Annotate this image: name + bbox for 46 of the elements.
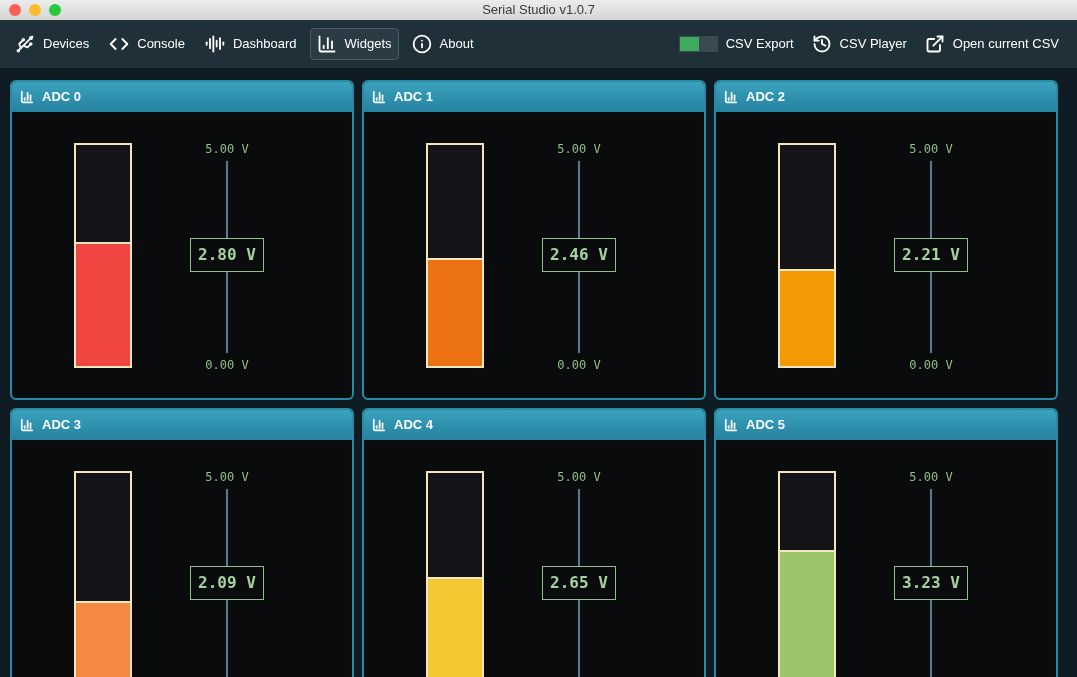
history-icon [811,34,832,54]
value-display: 2.21 V [894,238,968,272]
value-display: 2.80 V [190,238,264,272]
bar-chart-icon [372,90,386,104]
close-button[interactable] [9,4,21,16]
scale-max-label: 5.00 V [557,141,601,157]
toolbar-button[interactable]: Open current CSV [924,34,1059,54]
toolbar-tab[interactable]: Dashboard [197,28,304,60]
toolbar-button[interactable]: CSV Player [811,34,907,54]
widget-title: ADC 1 [394,88,433,107]
window-title: Serial Studio v1.0.7 [482,1,595,20]
usb-icon [15,34,35,54]
toggle-switch[interactable] [678,36,718,52]
scale-max-label: 5.00 V [557,469,601,485]
toolbar-tab[interactable]: Widgets [309,28,399,60]
widget-title: ADC 5 [746,416,785,435]
value-display: 2.65 V [542,566,616,600]
scale-max-label: 5.00 V [205,141,249,157]
widget-title: ADC 0 [42,88,81,107]
bar-chart-icon [724,90,738,104]
scale-min-label: 0.00 V [909,357,953,373]
value-display: 2.09 V [190,566,264,600]
external-link-icon [924,34,945,54]
widget-title: ADC 4 [394,416,433,435]
bar-chart-icon [724,418,738,432]
bar-chart-icon [316,34,337,54]
value-display: 3.23 V [894,566,968,600]
csv-export-toggle[interactable]: CSV Export [678,34,794,54]
value-display: 2.46 V [542,238,616,272]
scale-min-label: 0.00 V [557,357,601,373]
info-icon [411,34,432,54]
scale-max-label: 5.00 V [909,141,953,157]
toolbar-tab[interactable]: Devices [8,28,97,60]
scale-max-label: 5.00 V [205,469,249,485]
widget-title: ADC 3 [42,416,81,435]
scale-min-label: 0.00 V [205,357,249,373]
minimize-button[interactable] [29,4,41,16]
bar-chart-icon [372,418,386,432]
widget-title: ADC 2 [746,88,785,107]
scale-max-label: 5.00 V [909,469,953,485]
waveform-icon [204,34,225,54]
toolbar-tab[interactable]: Console [102,28,192,60]
bar-chart-icon [20,418,34,432]
bar-chart-icon [20,90,34,104]
zoom-button[interactable] [49,4,61,16]
toolbar-tab[interactable]: About [404,28,481,60]
